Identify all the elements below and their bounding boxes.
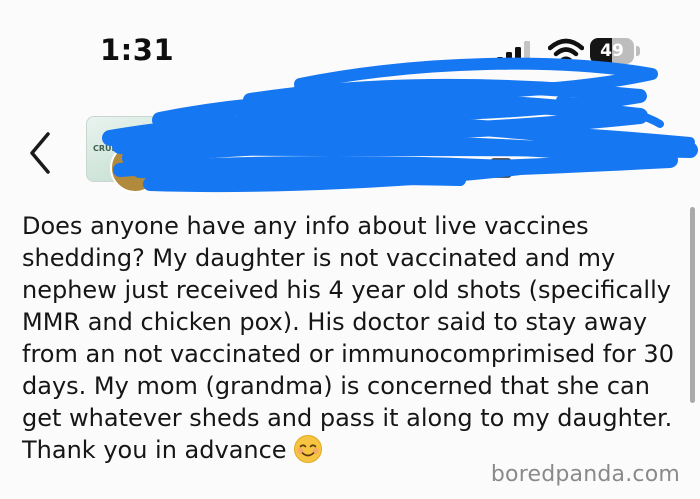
back-chevron-icon[interactable] [22,128,62,178]
post-line-text: Thank you in advance [22,436,287,464]
signal-icon [497,41,530,65]
glasses-icon [121,160,149,174]
battery-icon: 49 [590,38,642,64]
smiling-face-icon [293,435,322,463]
scrollbar-thumb[interactable] [690,207,695,403]
user-avatar[interactable] [110,143,160,193]
post-line: from an not vaccinated or immunocomprimi… [22,340,674,368]
battery-cap [636,46,640,56]
post-line: nephew just received his 4 year old shot… [22,276,671,304]
post-body: Does anyone have any info about live vac… [22,210,684,466]
privacy-icon [490,158,512,178]
status-bar: 1:31 49 [0,0,700,80]
battery-level: 49 [600,41,624,61]
post-line: shedding? My daughter is not vaccinated … [22,244,616,272]
watermark: boredpanda.com [490,462,680,487]
post-line: Does anyone have any info about live vac… [22,212,589,240]
wifi-icon [548,38,584,65]
post-line: days. My mom (grandma) is concerned that… [22,372,650,400]
status-time: 1:31 [100,33,175,67]
post-line: get whatever sheds and pass it along to … [22,404,673,432]
screenshot-frame: 1:31 49 CRUNCH · Does anyone have any in… [0,0,700,499]
meta-separator-dot: · [476,155,483,180]
post-line: MMR and chicken pox). His doctor said to… [22,308,648,336]
battery-body: 49 [590,38,634,64]
